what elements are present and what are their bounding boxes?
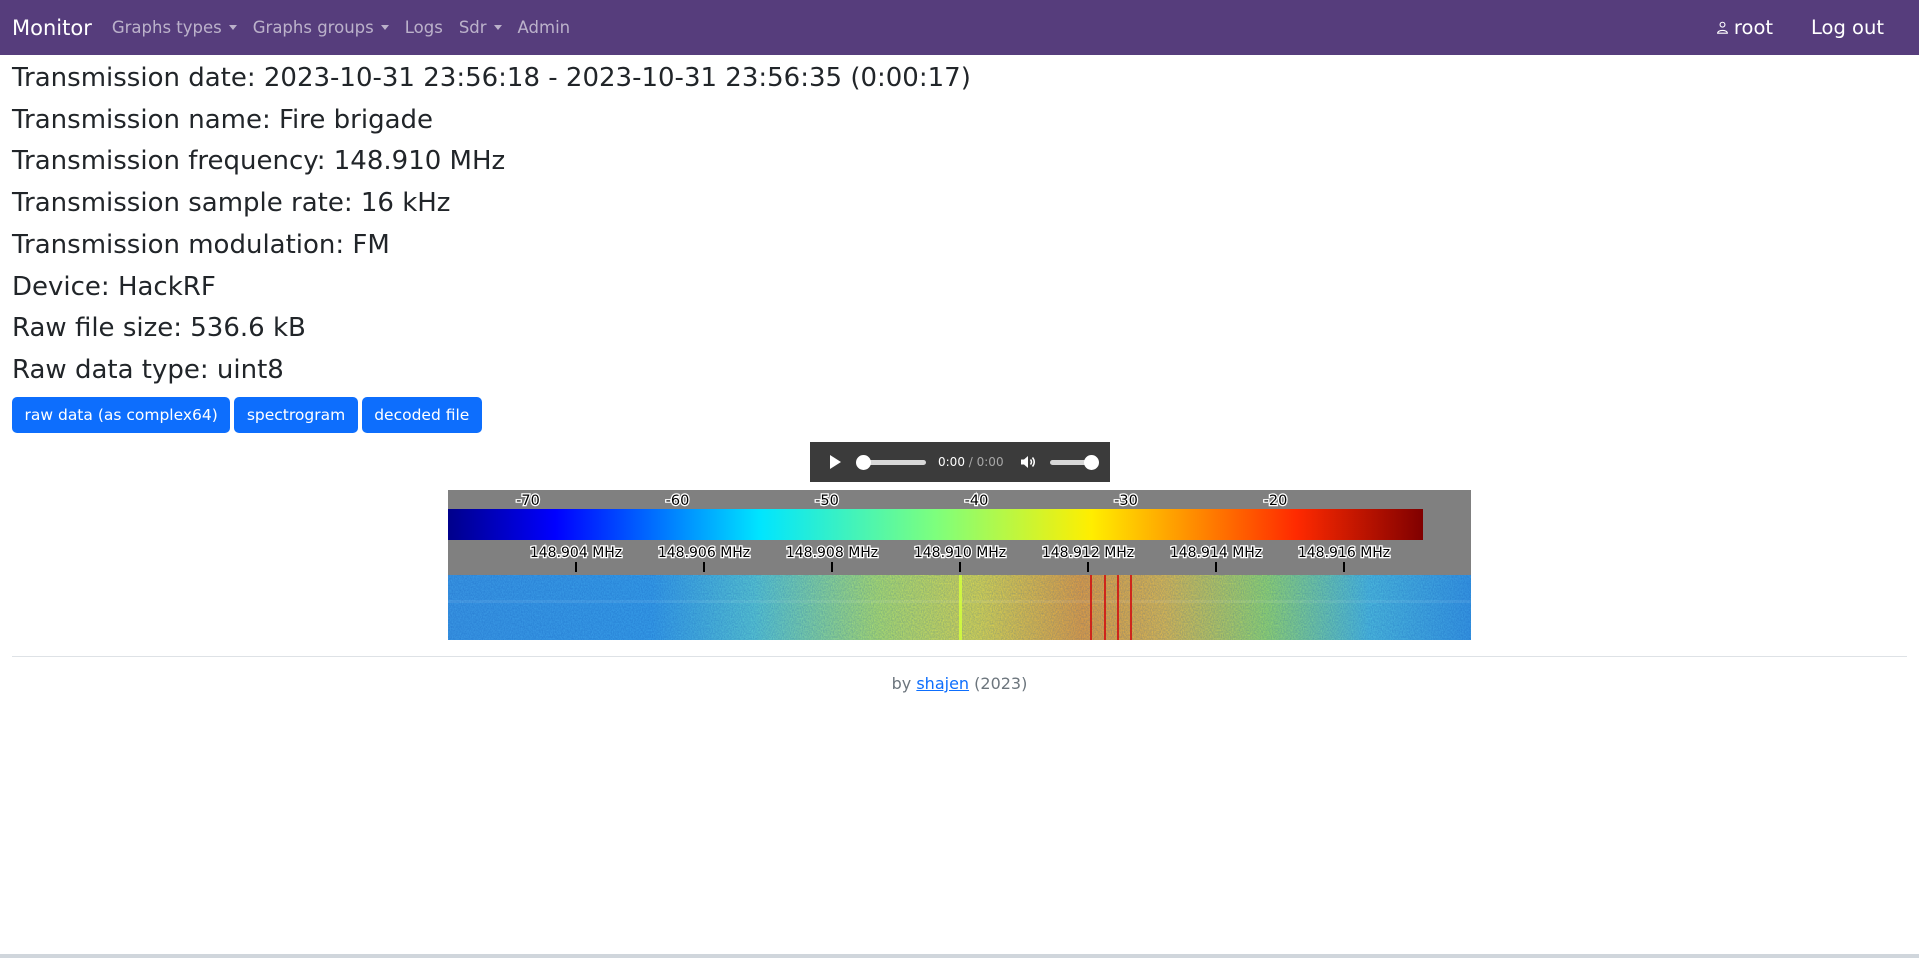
colorbar-tick-label: -50: [815, 493, 839, 509]
time-display: 0:00 / 0:00: [938, 455, 1004, 469]
nav-sdr-label: Sdr: [458, 18, 487, 37]
spectrogram-svg: -70 -60 -50 -40 -30 -20 148.904 MHz 148.906 MH…: [448, 490, 1471, 640]
audio-player: 0:00 / 0:00: [810, 442, 1110, 482]
duration-time: 0:00: [976, 455, 1004, 469]
colorbar-tick-label: -60: [666, 493, 690, 509]
center-frequency-line: [959, 575, 962, 640]
volume-icon[interactable]: [1020, 455, 1036, 469]
navbar: Monitor Graphs types Graphs groups Logs …: [0, 0, 1919, 55]
nav-admin-label: Admin: [517, 18, 571, 37]
chevron-down-icon: [493, 25, 502, 30]
frequency-tick-label: 148.912 MHz: [1042, 545, 1134, 561]
spectrogram-button[interactable]: spectrogram: [234, 397, 358, 433]
user-icon: [1717, 21, 1728, 34]
nav-sdr[interactable]: Sdr: [451, 18, 510, 37]
frequency-tick-label: 148.914 MHz: [1170, 545, 1262, 561]
nav-graphs-groups[interactable]: Graphs groups: [245, 18, 397, 37]
navbar-right: root Log out: [1716, 0, 1919, 55]
navbar-brand[interactable]: Monitor: [12, 16, 92, 40]
chevron-down-icon: [380, 25, 389, 30]
frequency-tick-label: 148.908 MHz: [786, 545, 878, 561]
user-menu[interactable]: root: [1716, 16, 1773, 39]
colorbar-tick-label: -40: [965, 493, 989, 509]
colorbar: [448, 509, 1423, 540]
signal-line-4: [1130, 575, 1132, 640]
raw-data-type: Raw data type: uint8: [12, 354, 284, 385]
nav-logs[interactable]: Logs: [397, 18, 451, 37]
frequency-tick-label: 148.916 MHz: [1298, 545, 1390, 561]
signal-line-3: [1117, 575, 1119, 640]
footer: by shajen (2023): [0, 674, 1919, 693]
signal-line-1: [1090, 575, 1092, 640]
transmission-frequency: Transmission frequency: 148.910 MHz: [12, 146, 506, 177]
transmission-modulation: Transmission modulation: FM: [12, 229, 390, 260]
transmission-date: Transmission date: 2023-10-31 23:56:18 -…: [12, 63, 971, 93]
play-icon[interactable]: [830, 455, 841, 469]
device: Device: HackRF: [12, 271, 216, 302]
frequency-tick-label: 148.906 MHz: [658, 545, 750, 561]
spectrogram-panel: -70 -60 -50 -40 -30 -20 148.904 MHz 148.906 MH…: [448, 490, 1471, 644]
bottom-strip: [0, 954, 1919, 958]
decoded-file-button[interactable]: decoded file: [361, 397, 482, 433]
raw-file-size: Raw file size: 536.6 kB: [12, 313, 306, 344]
frequency-tick-label: 148.910 MHz: [914, 545, 1006, 561]
transmission-info: Transmission date: 2023-10-31 23:56:18 -…: [12, 58, 971, 392]
current-time: 0:00: [938, 455, 965, 469]
volume-slider[interactable]: [1049, 454, 1099, 470]
time-separator: /: [964, 455, 977, 469]
seek-thumb[interactable]: [856, 454, 871, 470]
colorbar-tick-label: -30: [1114, 493, 1138, 509]
logout-link[interactable]: Log out: [1811, 16, 1884, 39]
download-buttons: raw data (as complex64) spectrogram deco…: [12, 397, 486, 433]
raw-data-button[interactable]: raw data (as complex64): [12, 397, 231, 433]
author-link[interactable]: shajen: [916, 674, 969, 693]
nav-graphs-groups-label: Graphs groups: [252, 18, 374, 37]
nav-graphs-types-label: Graphs types: [111, 18, 222, 37]
colorbar-tick-label: -70: [516, 493, 540, 509]
chevron-down-icon: [228, 25, 237, 30]
footer-suffix: (2023): [969, 674, 1028, 693]
frequency-tick-label: 148.904 MHz: [530, 545, 622, 561]
nav-graphs-types[interactable]: Graphs types: [104, 18, 245, 37]
user-name: root: [1733, 16, 1774, 39]
nav-logs-label: Logs: [404, 18, 443, 37]
signal-line-2: [1104, 575, 1106, 640]
footer-prefix: by: [891, 674, 917, 693]
colorbar-tick-label: -20: [1264, 493, 1288, 509]
seek-bar[interactable]: [856, 454, 926, 470]
transmission-name: Transmission name: Fire brigade: [12, 104, 434, 135]
nav-admin[interactable]: Admin: [510, 18, 579, 37]
transmission-sample-rate: Transmission sample rate: 16 kHz: [12, 188, 451, 219]
volume-thumb[interactable]: [1083, 454, 1099, 470]
divider: [12, 656, 1907, 657]
